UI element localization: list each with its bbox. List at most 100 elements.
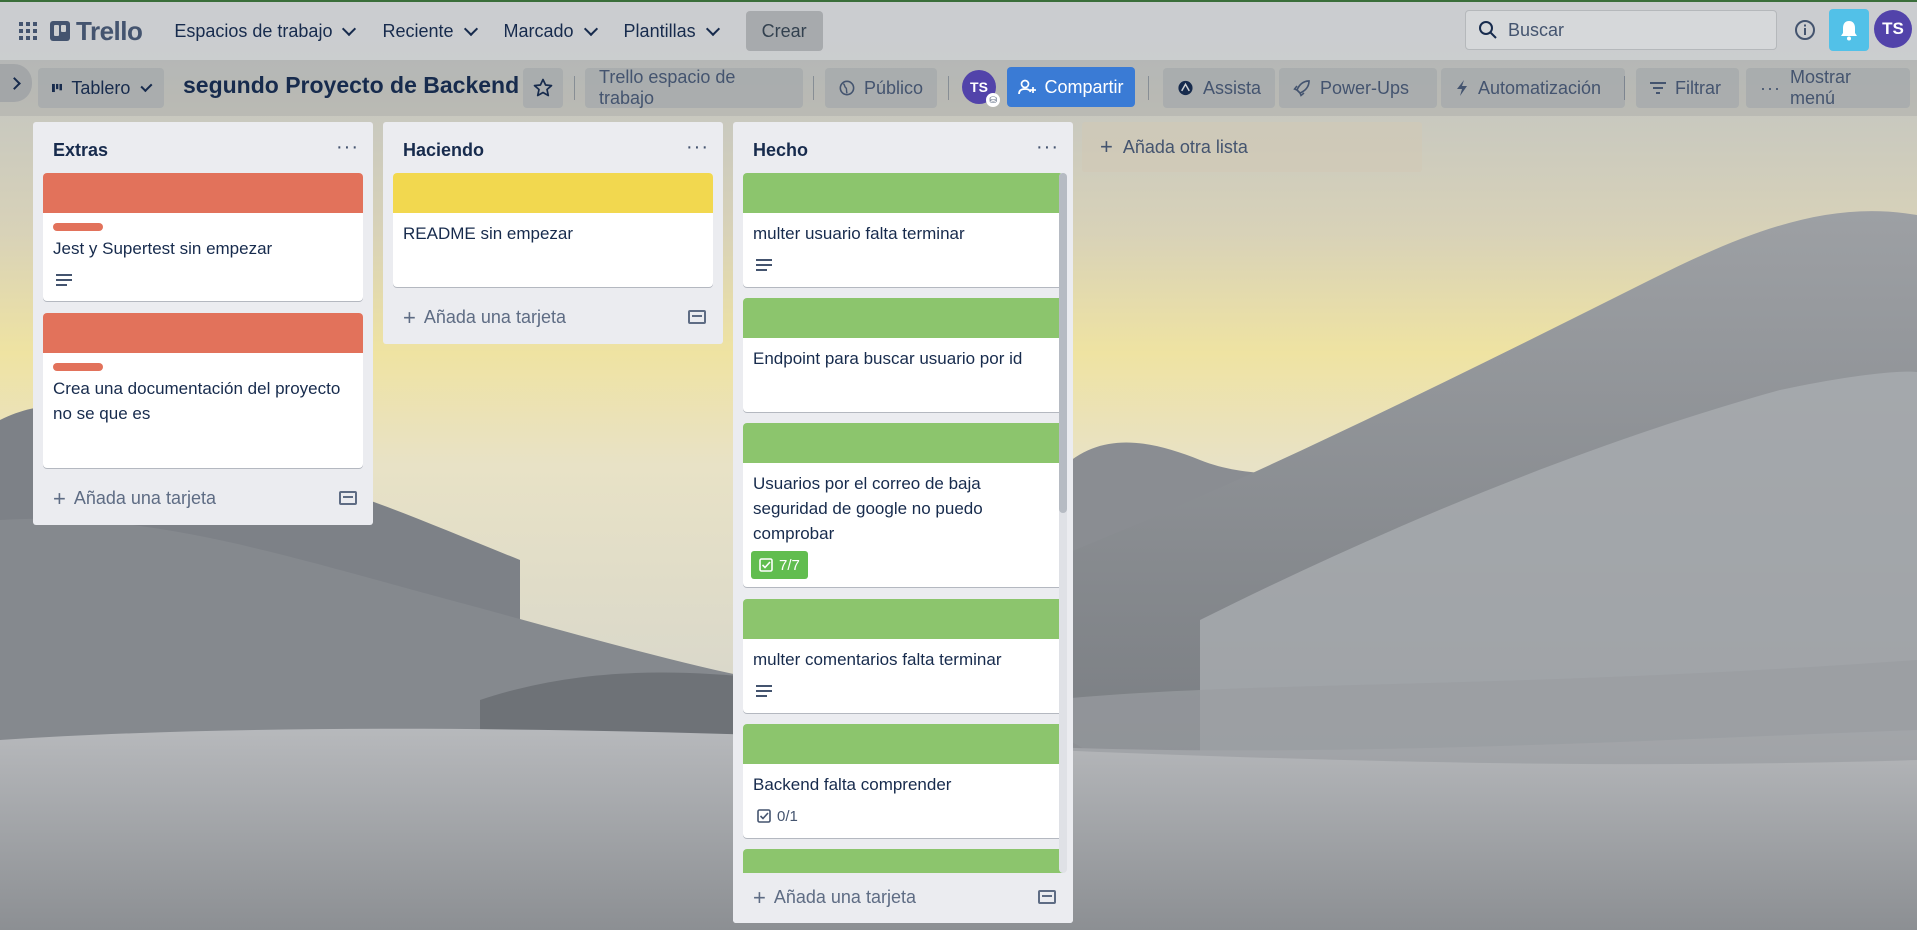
card[interactable]: Crea una documentación del proyecto no s… xyxy=(43,313,363,468)
filter-button[interactable]: Filtrar xyxy=(1636,68,1739,108)
menu-workspaces-label: Espacios de trabajo xyxy=(174,20,333,41)
board-view-label: Tablero xyxy=(71,77,131,98)
board-member-avatar[interactable]: TS ⛁ xyxy=(962,70,1000,107)
assist-icon xyxy=(1178,80,1193,96)
show-menu-label: Mostrar menú xyxy=(1789,67,1851,108)
show-menu-button[interactable]: ··· Mostrar menú xyxy=(1746,67,1910,108)
chevron-down-icon xyxy=(705,21,720,36)
board-title[interactable]: segundo Proyecto de Backend xyxy=(183,72,519,99)
card-title: Jest y Supertest sin empezar xyxy=(53,239,273,258)
lightning-icon xyxy=(1457,80,1467,96)
divider xyxy=(813,76,814,100)
menu-starred-label: Marcado xyxy=(503,20,574,41)
trello-logo-text: Trello xyxy=(76,15,143,46)
card-label[interactable] xyxy=(53,223,103,231)
card-template-icon[interactable] xyxy=(339,491,357,505)
card-title: multer comentarios falta terminar xyxy=(753,650,1002,669)
power-ups-button[interactable]: Power-Ups xyxy=(1279,68,1437,108)
card-template-icon[interactable] xyxy=(1038,890,1056,904)
star-board-icon[interactable] xyxy=(523,68,563,108)
description-icon xyxy=(56,274,72,286)
card[interactable]: Backend falta comprender 0/1 xyxy=(743,724,1063,838)
checklist-count: 0/1 xyxy=(777,807,798,825)
card[interactable]: Jest y Supertest sin empezar xyxy=(43,173,363,301)
filter-icon xyxy=(1650,82,1666,94)
menu-starred[interactable]: Marcado xyxy=(490,11,610,51)
user-avatar[interactable]: TS xyxy=(1874,10,1912,48)
divider xyxy=(1624,76,1625,100)
card-title: Crea una documentación del proyecto no s… xyxy=(53,379,341,423)
card-cover xyxy=(743,173,1063,213)
card-cover xyxy=(743,599,1063,639)
share-button[interactable]: Compartir xyxy=(1007,67,1135,107)
card-label[interactable] xyxy=(53,363,103,371)
chevron-right-icon xyxy=(8,76,21,90)
menu-workspaces[interactable]: Espacios de trabajo xyxy=(160,11,368,51)
info-icon[interactable] xyxy=(1790,15,1820,45)
assist-button[interactable]: Assista xyxy=(1163,68,1275,108)
list-title[interactable]: Haciendo xyxy=(403,140,484,161)
search-placeholder: Buscar xyxy=(1508,19,1565,40)
search-input[interactable]: Buscar xyxy=(1465,10,1777,50)
checklist-badge: 0/1 xyxy=(751,802,806,830)
add-card-button[interactable]: + Añada una tarjeta xyxy=(403,306,566,328)
checklist-icon xyxy=(757,809,771,823)
list-title[interactable]: Hecho xyxy=(753,140,808,161)
visibility-button[interactable]: Público xyxy=(825,68,937,108)
divider xyxy=(948,76,949,100)
add-list-button[interactable]: + Añada otra lista xyxy=(1082,122,1422,172)
globe-icon xyxy=(839,80,855,96)
card[interactable]: multer usuario falta terminar xyxy=(743,173,1063,287)
description-icon xyxy=(756,685,772,697)
plus-icon: + xyxy=(1100,134,1113,159)
checklist-badge: 7/7 xyxy=(751,551,808,579)
scrollbar-thumb[interactable] xyxy=(1059,173,1067,513)
automation-button[interactable]: Automatización xyxy=(1441,68,1625,108)
workspace-button[interactable]: Trello espacio de trabajo xyxy=(585,67,803,108)
notifications-bell-icon[interactable] xyxy=(1829,9,1869,51)
card-cover xyxy=(43,173,363,213)
card-cover xyxy=(743,724,1063,764)
menu-templates[interactable]: Plantillas xyxy=(610,11,732,51)
add-list-label: Añada otra lista xyxy=(1122,136,1248,157)
checklist-icon xyxy=(759,558,773,572)
add-card-button[interactable]: + Añada una tarjeta xyxy=(753,884,916,910)
trello-logo[interactable]: Trello xyxy=(50,15,143,47)
plus-icon: + xyxy=(753,884,766,910)
card[interactable]: README sin empezar xyxy=(393,173,713,287)
add-card-label: Añada una tarjeta xyxy=(73,488,216,508)
board-view-icon xyxy=(52,83,63,93)
add-card-label: Añada una tarjeta xyxy=(773,887,916,907)
card-title: README sin empezar xyxy=(403,224,574,243)
card-cover xyxy=(393,173,713,213)
filter-label: Filtrar xyxy=(1675,77,1721,98)
create-button[interactable]: Crear xyxy=(745,11,823,51)
divider xyxy=(1148,76,1149,100)
menu-recent[interactable]: Reciente xyxy=(368,11,489,51)
app-switcher-icon[interactable] xyxy=(12,15,44,47)
card-cover xyxy=(743,298,1063,338)
more-icon: ··· xyxy=(1760,77,1781,98)
automation-label: Automatización xyxy=(1478,77,1602,98)
power-ups-label: Power-Ups xyxy=(1320,77,1410,98)
chevron-down-icon xyxy=(140,79,153,92)
card-title: Backend falta comprender xyxy=(753,775,952,794)
card-template-icon[interactable] xyxy=(688,310,706,324)
list-menu-icon[interactable]: ··· xyxy=(336,136,359,159)
add-card-label: Añada una tarjeta xyxy=(423,307,566,327)
card[interactable]: Usuarios por el correo de baja seguridad… xyxy=(743,423,1063,587)
card-title: Endpoint para buscar usuario por id xyxy=(753,349,1023,368)
list-menu-icon[interactable]: ··· xyxy=(686,136,709,159)
list-scrollbar[interactable] xyxy=(1059,173,1067,873)
board-view-switcher[interactable]: Tablero xyxy=(38,68,164,108)
admin-badge-icon: ⛁ xyxy=(986,93,1000,107)
card-title: Usuarios por el correo de baja seguridad… xyxy=(753,474,983,543)
list-menu-icon[interactable]: ··· xyxy=(1036,136,1059,159)
card[interactable]: Endpoint para buscar usuario por id xyxy=(743,298,1063,412)
chevron-down-icon xyxy=(342,21,357,36)
share-label: Compartir xyxy=(1044,76,1124,97)
menu-templates-label: Plantillas xyxy=(623,20,696,41)
add-card-button[interactable]: + Añada una tarjeta xyxy=(53,487,216,509)
list-title[interactable]: Extras xyxy=(53,140,108,161)
card[interactable]: multer comentarios falta terminar xyxy=(743,599,1063,713)
